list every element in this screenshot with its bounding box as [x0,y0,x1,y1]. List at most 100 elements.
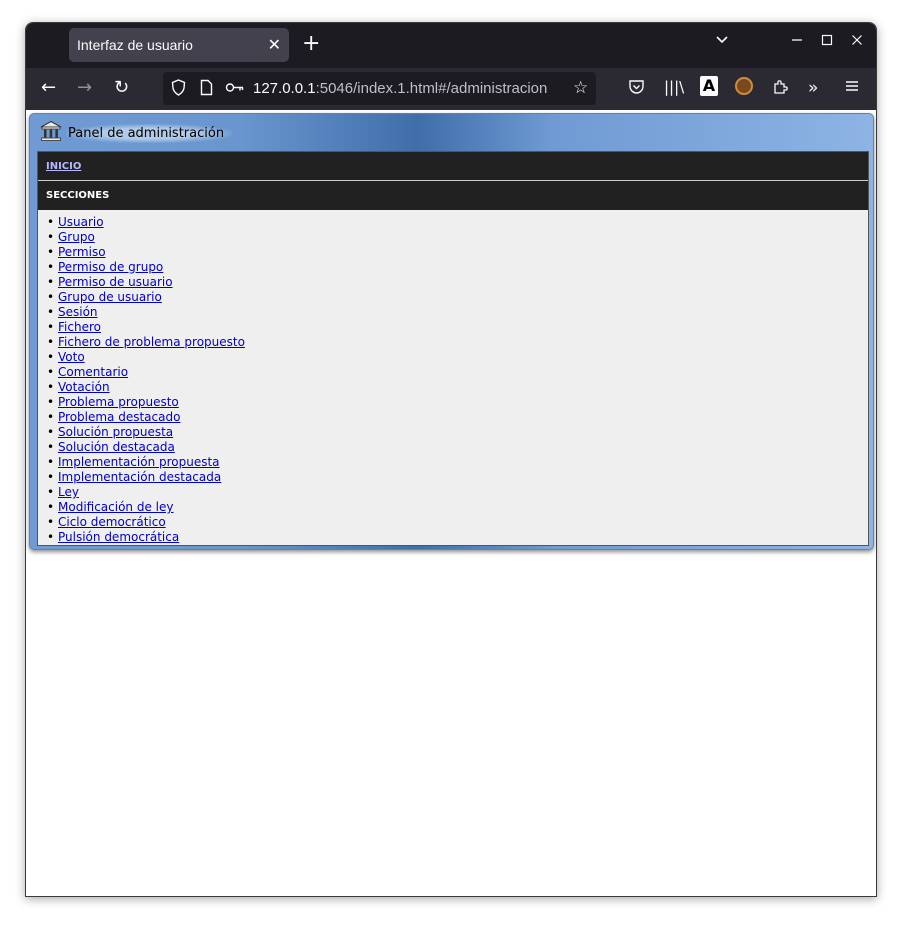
list-item: • Implementación propuesta [47,455,868,470]
list-item: • Grupo de usuario [47,290,868,305]
bullet-icon: • [47,380,55,394]
section-link-fichero[interactable]: Fichero [58,320,101,334]
list-item: • Permiso [47,245,868,260]
section-link-ley[interactable]: Ley [58,485,79,499]
bullet-icon: • [47,350,55,364]
hamburger-menu-icon[interactable] [844,78,860,98]
list-item: • Solución destacada [47,440,868,455]
url-path: :5046/index.1.html#/administracion [315,80,548,97]
inicio-bar: INICIO [38,152,868,181]
list-item: • Pulsión democrática [47,530,868,545]
section-link-permiso-de-usuario[interactable]: Permiso de usuario [58,275,173,289]
secciones-heading: SECCIONES [38,181,868,210]
back-arrow-left-icon[interactable]: ← [41,77,56,99]
list-item: • Fichero de problema propuesto [47,335,868,350]
tab-title: Interfaz de usuario [77,37,193,53]
section-link-modificacion-de-ley[interactable]: Modificación de ley [58,500,173,514]
navigation-toolbar: ← → ↻ 127.0.0.1:5046/index.1.html#/admin… [26,68,876,110]
bullet-icon: • [47,230,55,244]
panel-header: Panel de administración [30,114,873,150]
bullet-icon: • [47,500,55,514]
list-item: • Ciclo democrático [47,515,868,530]
bullet-icon: • [47,455,55,469]
shield-icon[interactable] [171,79,186,100]
bullet-icon: • [47,440,55,454]
bookmark-star-icon[interactable]: ☆ [573,78,588,98]
url-bar[interactable]: 127.0.0.1:5046/index.1.html#/administrac… [163,72,596,105]
bullet-icon: • [47,425,55,439]
new-tab-plus-icon[interactable]: + [302,31,320,56]
list-item: • Votación [47,380,868,395]
bullet-icon: • [47,290,55,304]
section-link-usuario[interactable]: Usuario [58,215,104,229]
bullet-icon: • [47,395,55,409]
section-link-pulsion-democratica[interactable]: Pulsión democrática [58,530,179,544]
browser-window: Interfaz de usuario ✕ + ← → ↻ 127.0.0.1:… [25,22,877,897]
section-link-permiso[interactable]: Permiso [58,245,106,259]
sections-list: • Usuario • Grupo • Permiso • Permiso de gru… [38,210,868,545]
minimize-icon[interactable] [791,33,803,51]
bullet-icon: • [47,515,55,529]
section-link-votacion[interactable]: Votación [58,380,110,394]
maximize-icon[interactable] [821,33,833,51]
bullet-icon: • [47,275,55,289]
bullet-icon: • [47,485,55,499]
section-link-comentario[interactable]: Comentario [58,365,128,379]
extension-icon[interactable] [735,77,753,95]
puzzle-icon[interactable] [772,78,789,99]
section-link-solucion-propuesta[interactable]: Solución propuesta [58,425,173,439]
close-window-icon[interactable] [851,33,863,51]
bank-icon [40,120,62,142]
key-icon[interactable] [225,79,245,100]
list-item: • Ley [47,485,868,500]
bullet-icon: • [47,365,55,379]
bullet-icon: • [47,410,55,424]
list-item: • Sesión [47,305,868,320]
panel-title: Panel de administración [66,124,233,143]
section-link-fichero-de-problema-propuesto[interactable]: Fichero de problema propuesto [58,335,245,349]
section-link-sesion[interactable]: Sesión [58,305,98,319]
section-link-grupo[interactable]: Grupo [58,230,95,244]
section-link-voto[interactable]: Voto [58,350,85,364]
list-item: • Modificación de ley [47,500,868,515]
forward-arrow-right-icon[interactable]: → [77,77,92,99]
panel-body: INICIO SECCIONES • Usuario • Grupo • Permis… [37,151,869,546]
bullet-icon: • [47,530,55,544]
section-link-ciclo-democratico[interactable]: Ciclo democrático [58,515,166,529]
list-item: • Implementación destacada [47,470,868,485]
pocket-icon[interactable] [628,78,645,99]
list-item: • Comentario [47,365,868,380]
chevron-double-right-icon[interactable]: » [808,78,818,98]
list-item: • Voto [47,350,868,365]
list-item: • Permiso de usuario [47,275,868,290]
library-icon[interactable]: |||\ [664,78,684,96]
section-link-implementacion-destacada[interactable]: Implementación destacada [58,470,221,484]
page-icon[interactable] [200,79,213,100]
section-link-implementacion-propuesta[interactable]: Implementación propuesta [58,455,220,469]
list-item: • Problema destacado [47,410,868,425]
bullet-icon: • [47,335,55,349]
section-link-problema-propuesto[interactable]: Problema propuesto [58,395,179,409]
section-link-solucion-destacada[interactable]: Solución destacada [58,440,175,454]
inicio-link[interactable]: INICIO [46,161,81,172]
tab-list-chevron-down-icon[interactable] [715,33,729,51]
bullet-icon: • [47,305,55,319]
section-link-permiso-de-grupo[interactable]: Permiso de grupo [58,260,163,274]
url-text[interactable]: 127.0.0.1:5046/index.1.html#/administrac… [253,80,547,97]
tab-close-icon[interactable]: ✕ [268,35,281,55]
bullet-icon: • [47,470,55,484]
list-item: • Usuario [47,215,868,230]
page-content: Panel de administración INICIO SECCIONES… [26,110,876,896]
admin-panel: Panel de administración INICIO SECCIONES… [29,113,874,550]
browser-tab[interactable]: Interfaz de usuario ✕ [69,28,289,62]
list-item: • Permiso de grupo [47,260,868,275]
bullet-icon: • [47,245,55,259]
font-icon[interactable]: A [700,76,718,96]
section-link-grupo-de-usuario[interactable]: Grupo de usuario [58,290,162,304]
list-item: • Problema propuesto [47,395,868,410]
section-link-problema-destacado[interactable]: Problema destacado [58,410,180,424]
list-item: • Grupo [47,230,868,245]
bullet-icon: • [47,260,55,274]
reload-icon[interactable]: ↻ [114,77,129,99]
url-host: 127.0.0.1 [253,80,316,97]
